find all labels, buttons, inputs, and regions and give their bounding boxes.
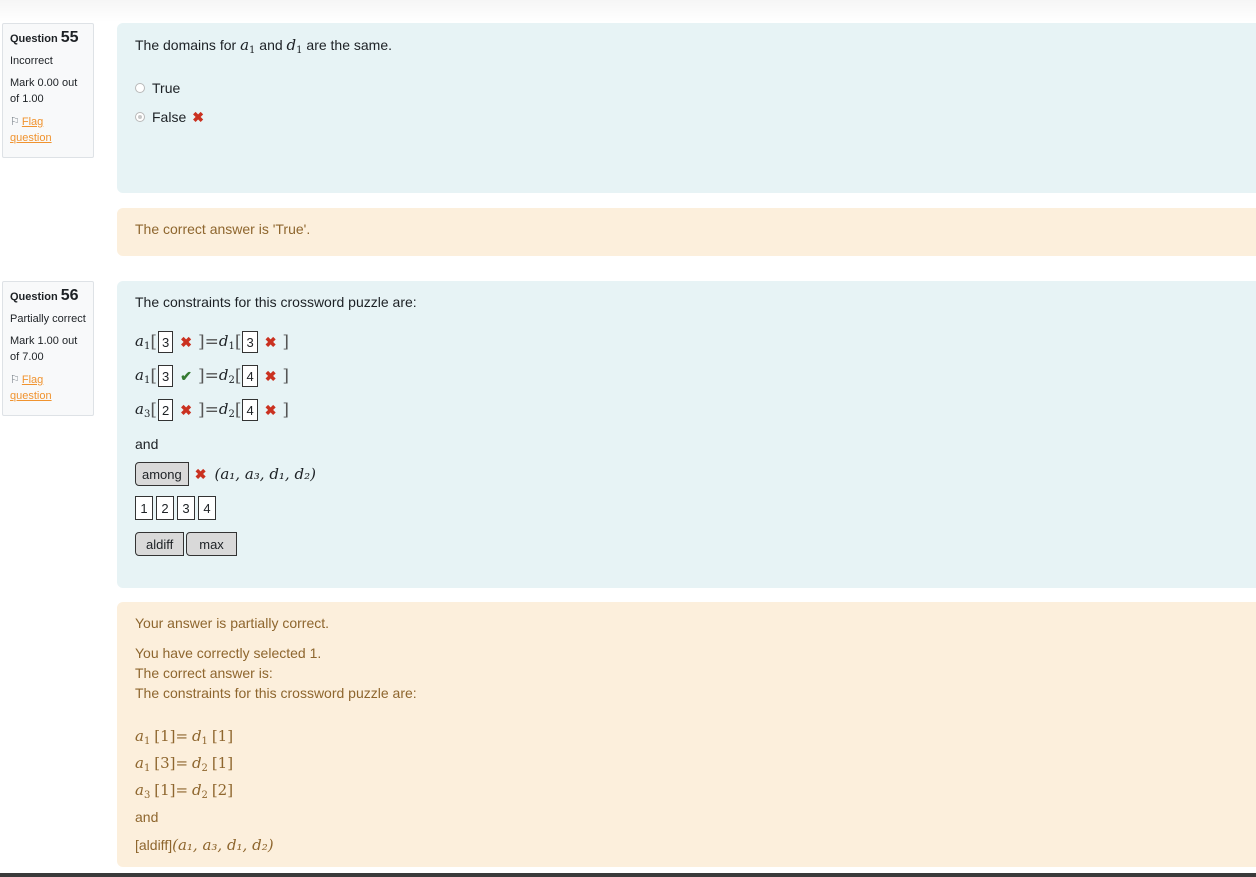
drop-zone[interactable]: 3 bbox=[157, 365, 174, 387]
question-label: Question bbox=[10, 291, 58, 303]
incorrect-icon: ✖ bbox=[264, 367, 277, 384]
question-formulation-55: The domains for a1 and d1 are the same. … bbox=[117, 23, 1256, 193]
flag-icon: ⚐ bbox=[10, 374, 20, 386]
question-formulation-56: The constraints for this crossword puzzl… bbox=[117, 281, 1256, 588]
flag-icon: ⚐ bbox=[10, 116, 20, 128]
incorrect-icon: ✖ bbox=[264, 401, 277, 418]
question-info-55: Question 55 Incorrect Mark 0.00 out of 1… bbox=[2, 23, 94, 158]
question-label: Question bbox=[10, 33, 58, 45]
constraint-row: a3[ 2 ✖ ]= d2[ 4 ✖ ] bbox=[135, 399, 290, 421]
and-label: and bbox=[135, 436, 159, 452]
drag-option-function[interactable]: aldiff bbox=[135, 532, 185, 556]
and-label: and bbox=[135, 809, 159, 825]
feedback-text: You have correctly selected 1. bbox=[135, 645, 322, 661]
drag-option-number[interactable]: 1 bbox=[135, 496, 153, 520]
answer-row: a1 [3]= d2 [1] bbox=[135, 754, 234, 774]
answer-function: [aldiff](a₁, a₃, d₁, d₂) bbox=[135, 836, 274, 854]
option-false[interactable]: False ✖ bbox=[135, 106, 1238, 128]
option-true[interactable]: True bbox=[135, 77, 1238, 99]
drop-zone[interactable]: 2 bbox=[157, 399, 174, 421]
question-info-56: Question 56 Partially correct Mark 1.00 … bbox=[2, 281, 94, 416]
drop-zone[interactable]: 4 bbox=[242, 365, 258, 387]
incorrect-icon: ✖ bbox=[180, 333, 192, 350]
question-prompt: The constraints for this crossword puzzl… bbox=[135, 294, 417, 310]
answer-row: a1 [1]= d1 [1] bbox=[135, 727, 234, 747]
question-number: 56 bbox=[60, 287, 79, 304]
question-feedback-56: Your answer is partially correct. You ha… bbox=[117, 602, 1256, 867]
number-options: 1 2 3 4 bbox=[135, 496, 1238, 520]
correct-icon: ✔ bbox=[180, 367, 192, 384]
drop-zone[interactable]: 3 bbox=[157, 331, 174, 353]
question-feedback-55: The correct answer is 'True'. bbox=[117, 208, 1256, 256]
incorrect-icon: ✖ bbox=[194, 465, 207, 482]
function-options: aldiff max bbox=[135, 532, 1238, 558]
constraint-row: a1[ 3 ✔ ]= d2[ 4 ✖ ] bbox=[135, 365, 290, 387]
drag-option-number[interactable]: 2 bbox=[156, 496, 174, 520]
feedback-text: Your answer is partially correct. bbox=[135, 615, 330, 631]
incorrect-icon: ✖ bbox=[264, 333, 277, 350]
question-grade: Mark 1.00 out of 7.00 bbox=[10, 335, 78, 363]
question-state: Incorrect bbox=[10, 55, 53, 67]
question-number: 55 bbox=[60, 29, 79, 46]
radio-false[interactable] bbox=[135, 112, 145, 122]
drag-option-function[interactable]: max bbox=[186, 532, 237, 556]
drag-option-number[interactable]: 4 bbox=[198, 496, 216, 520]
incorrect-icon: ✖ bbox=[192, 108, 204, 125]
top-shadow bbox=[0, 0, 1256, 22]
correct-answer-text: The correct answer is 'True'. bbox=[135, 221, 311, 237]
question-prompt: The domains for a1 and d1 are the same. bbox=[135, 36, 393, 56]
answer-row: a3 [1]= d2 [2] bbox=[135, 781, 234, 801]
drag-option-number[interactable]: 3 bbox=[177, 496, 195, 520]
function-args: (a₁, a₃, d₁, d₂) bbox=[214, 465, 316, 483]
question-grade: Mark 0.00 out of 1.00 bbox=[10, 77, 78, 105]
drop-zone[interactable]: 3 bbox=[242, 331, 258, 353]
incorrect-icon: ✖ bbox=[180, 401, 192, 418]
question-state: Partially correct bbox=[10, 313, 86, 325]
radio-true[interactable] bbox=[135, 83, 145, 93]
constraint-row: a1[ 3 ✖ ]= d1[ 3 ✖ ] bbox=[135, 331, 290, 353]
function-row: among ✖ (a₁, a₃, d₁, d₂) bbox=[135, 461, 1238, 487]
drop-zone[interactable]: 4 bbox=[242, 399, 258, 421]
feedback-text: The constraints for this crossword puzzl… bbox=[135, 685, 417, 701]
bottom-border bbox=[0, 873, 1256, 877]
function-drop-zone[interactable]: among bbox=[135, 462, 189, 486]
feedback-text: The correct answer is: bbox=[135, 665, 273, 681]
